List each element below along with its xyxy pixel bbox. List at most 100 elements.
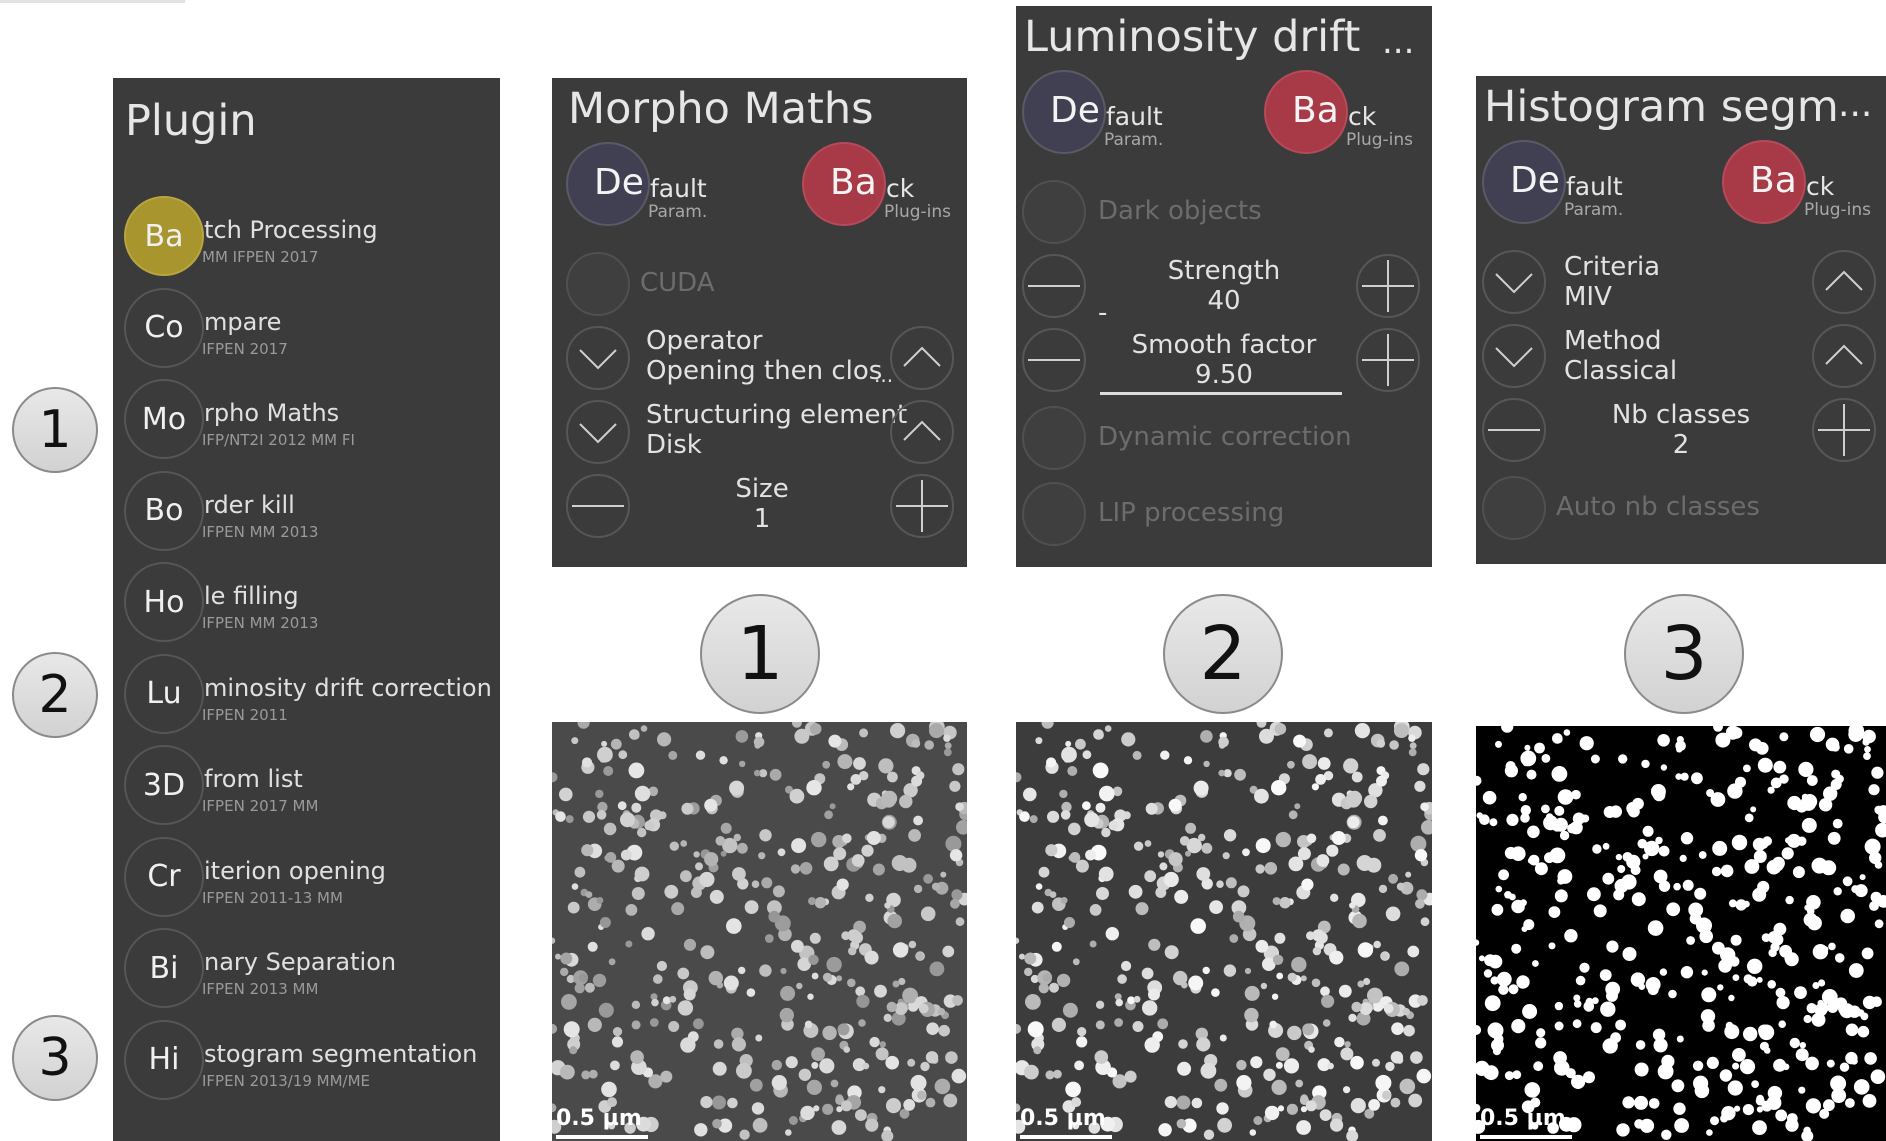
plugin-abbr-circle[interactable]: Lu	[124, 653, 204, 734]
dark-objects-toggle[interactable]	[1022, 180, 1086, 244]
plugin-item[interactable]: Mo rpho Maths IFP/NT2I 2012 MM FI	[124, 379, 484, 461]
particle	[1504, 1071, 1514, 1081]
step-marker-bottom-2: 2	[1163, 594, 1283, 714]
method-prev-button[interactable]	[1482, 324, 1546, 388]
particle	[1201, 842, 1213, 854]
particle	[1121, 732, 1136, 747]
particle	[1417, 995, 1428, 1006]
particle	[632, 731, 640, 740]
criteria-next-button[interactable]	[1812, 250, 1876, 314]
nb-classes-minus-button[interactable]	[1482, 398, 1546, 462]
particle	[1875, 822, 1886, 838]
plugin-item[interactable]: Lu minosity drift correction IFPEN 2011	[124, 653, 492, 736]
particle	[1198, 833, 1206, 842]
particle	[1590, 1022, 1602, 1034]
plugin-abbr-circle[interactable]: Ba	[124, 196, 204, 276]
back-abbr: Ba	[1292, 90, 1339, 131]
operator-next-button[interactable]	[890, 326, 954, 390]
plus-icon	[1362, 260, 1414, 312]
particle	[1706, 1129, 1713, 1136]
plugin-item[interactable]: Bi nary Separation IFPEN 2013 MM	[124, 928, 484, 1010]
particle	[887, 913, 902, 929]
dynamic-correction-toggle[interactable]	[1022, 406, 1086, 470]
particle	[1029, 815, 1038, 824]
plugin-abbr-circle[interactable]: Cr	[124, 836, 204, 917]
particle	[1269, 1020, 1277, 1029]
se-next-button[interactable]	[890, 400, 954, 464]
plugin-abbr-circle[interactable]: Co	[124, 287, 204, 368]
particle	[1673, 882, 1681, 891]
particle	[1089, 904, 1102, 916]
particle	[693, 1018, 704, 1030]
particle	[822, 1025, 837, 1041]
plugin-item[interactable]: Ho le filling IFPEN MM 2013	[124, 562, 484, 644]
cuda-toggle[interactable]	[566, 252, 630, 316]
particle	[729, 780, 745, 796]
size-plus-button[interactable]	[890, 474, 954, 538]
plugin-abbr-circle[interactable]: Mo	[124, 379, 204, 459]
particle	[1300, 975, 1307, 982]
smooth-minus-button[interactable]	[1022, 328, 1086, 392]
particle	[700, 945, 715, 960]
particle	[1059, 789, 1068, 799]
particle	[1132, 1021, 1144, 1032]
particle	[1072, 958, 1080, 966]
nb-classes-plus-button[interactable]	[1812, 398, 1876, 462]
particle	[1579, 736, 1594, 751]
plugin-item[interactable]: Hi stogram segmentation IFPEN 2013/19 MM/M…	[124, 1019, 484, 1102]
plugin-abbr-circle[interactable]: Bi	[124, 928, 204, 1008]
particle	[1761, 933, 1771, 942]
particle	[1575, 975, 1586, 986]
particle	[592, 973, 607, 988]
particle	[561, 994, 577, 1010]
criteria-value: MIV	[1564, 282, 1612, 312]
particle	[634, 866, 650, 882]
plugin-item[interactable]: Ba tch Processing MM IFPEN 2017	[124, 196, 484, 278]
particle	[1376, 739, 1386, 748]
smooth-plus-button[interactable]	[1356, 328, 1420, 392]
strength-label: Strength	[1167, 256, 1281, 286]
default-label: fault	[1106, 102, 1163, 131]
operator-prev-button[interactable]	[566, 326, 630, 390]
particle	[1842, 876, 1853, 887]
smooth-slider-bar[interactable]	[1100, 392, 1342, 395]
particle	[1075, 859, 1089, 873]
particle	[1095, 1000, 1105, 1009]
particle	[1504, 846, 1517, 860]
plugin-item[interactable]: 3D from list IFPEN 2017 MM	[124, 745, 484, 827]
particle	[620, 812, 635, 828]
plugin-abbr-circle[interactable]: 3D	[124, 745, 204, 825]
plugin-abbr-circle[interactable]: Hi	[124, 1019, 204, 1100]
particle	[1785, 1118, 1799, 1132]
plugin-abbr-circle[interactable]: Ho	[124, 562, 204, 642]
auto-nb-classes-toggle[interactable]	[1482, 476, 1546, 540]
plugin-item[interactable]: Co mpare IFPEN 2017	[124, 287, 484, 370]
particle	[892, 942, 909, 958]
particle	[811, 831, 827, 848]
particle	[1680, 966, 1694, 979]
particle	[1634, 1062, 1649, 1077]
particle	[924, 740, 934, 750]
particle	[1804, 904, 1811, 911]
strength-minus-button[interactable]	[1022, 254, 1086, 318]
method-next-button[interactable]	[1812, 324, 1876, 388]
se-prev-button[interactable]	[566, 400, 630, 464]
particle	[637, 827, 647, 838]
particle	[1031, 901, 1044, 914]
plugin-item[interactable]: Cr iterion opening IFPEN 2011-13 MM	[124, 836, 484, 919]
dark-objects-label: Dark objects	[1098, 196, 1262, 226]
plugin-item[interactable]: Bo rder kill IFPEN MM 2013	[124, 470, 484, 553]
particle	[1838, 1004, 1849, 1015]
particle	[809, 932, 821, 944]
particle	[926, 1022, 939, 1035]
size-minus-button[interactable]	[566, 474, 630, 538]
criteria-prev-button[interactable]	[1482, 250, 1546, 314]
particle	[790, 864, 801, 874]
particle	[1345, 792, 1362, 808]
particle	[798, 1068, 812, 1081]
lip-processing-toggle[interactable]	[1022, 482, 1086, 546]
plugin-abbr-circle[interactable]: Bo	[124, 470, 204, 551]
strength-plus-button[interactable]	[1356, 254, 1420, 318]
particle	[1383, 1003, 1394, 1014]
particle	[1615, 853, 1623, 861]
